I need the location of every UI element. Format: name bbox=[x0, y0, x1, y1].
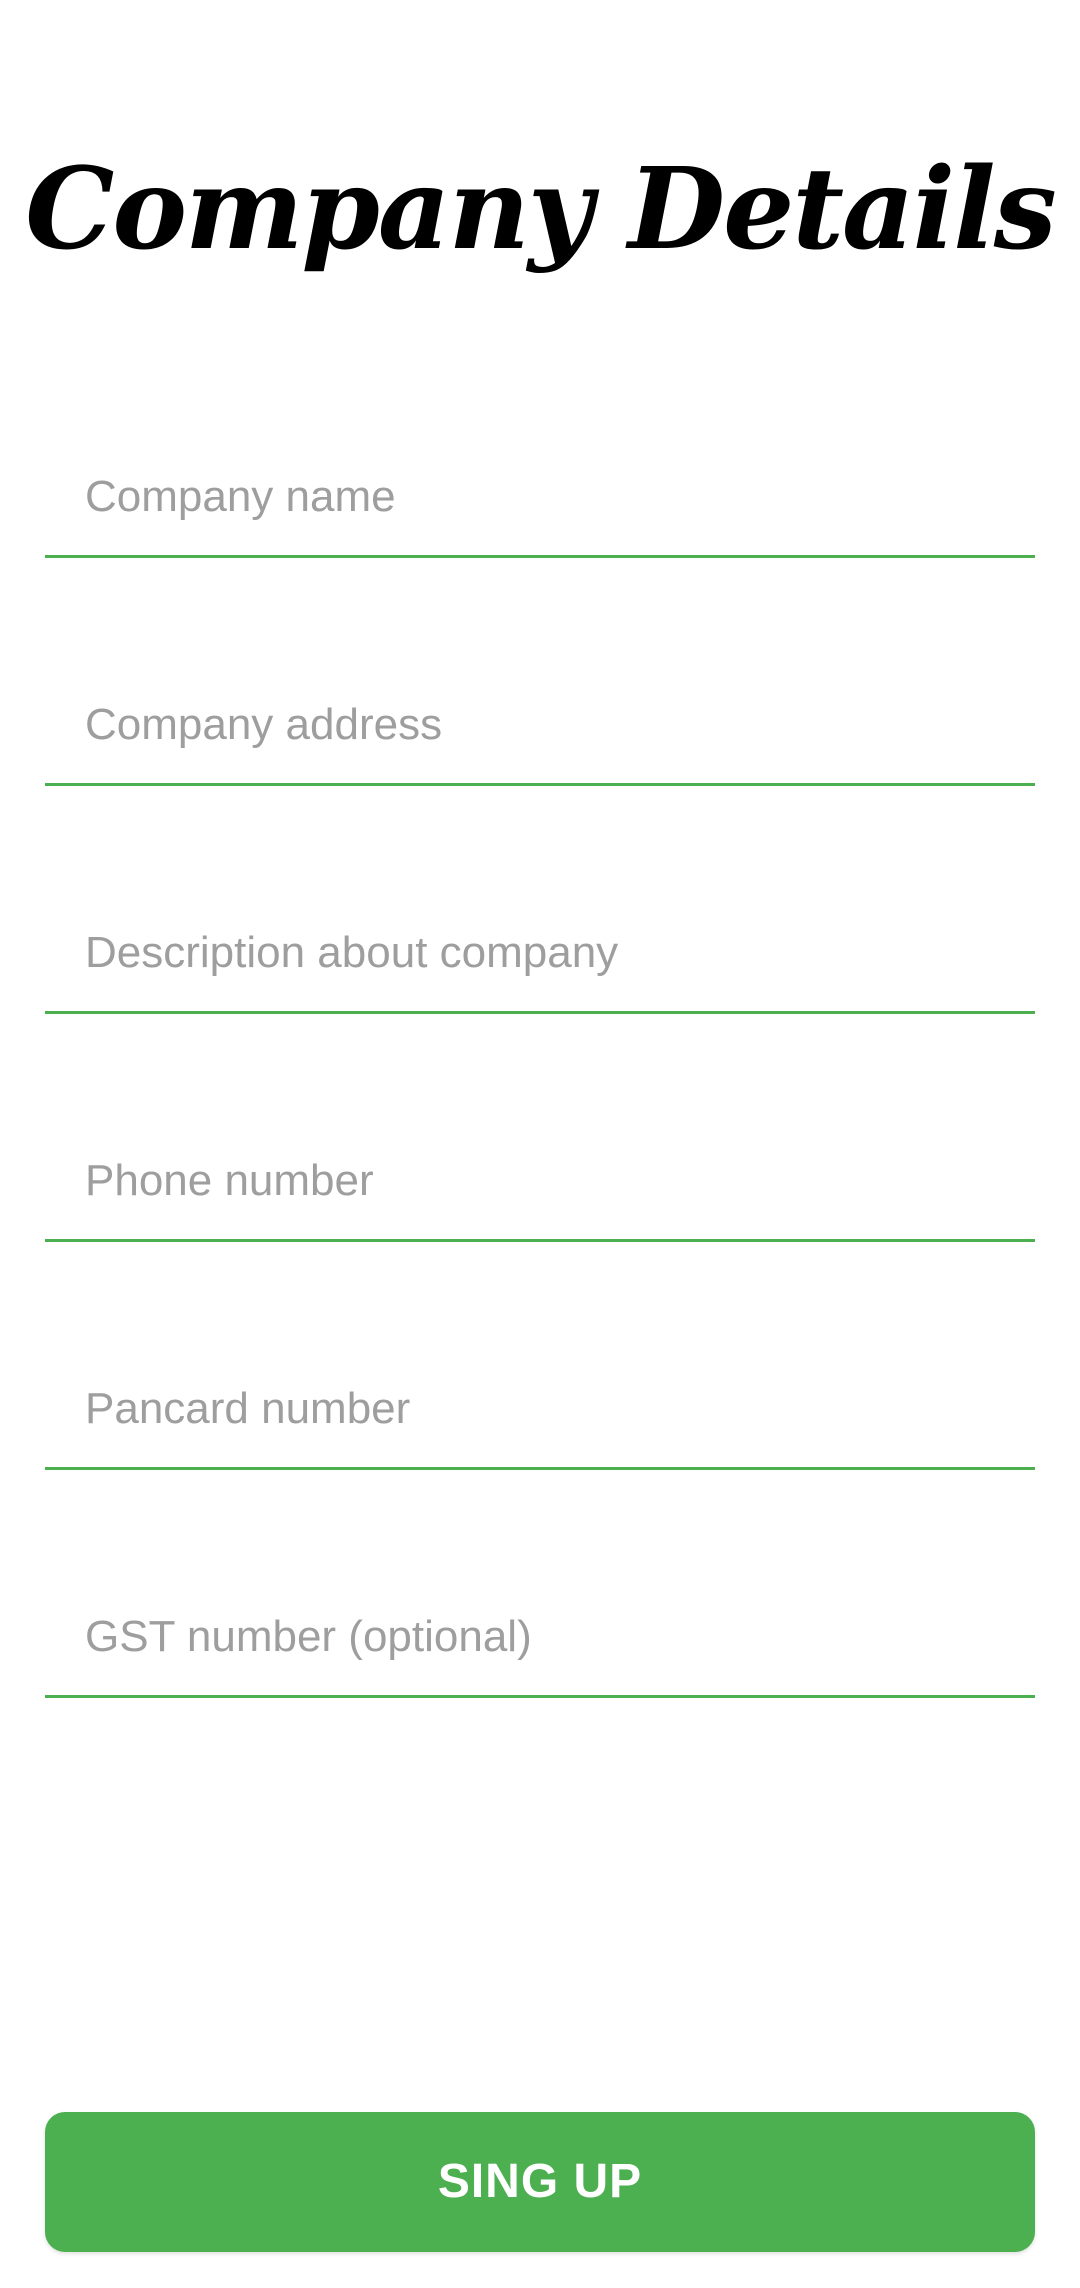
gst-number-field bbox=[45, 1578, 1035, 1698]
company-address-input[interactable] bbox=[45, 666, 1035, 783]
company-description-input[interactable] bbox=[45, 894, 1035, 1011]
company-description-field bbox=[45, 894, 1035, 1014]
gst-number-input[interactable] bbox=[45, 1578, 1035, 1695]
company-name-field bbox=[45, 438, 1035, 558]
pancard-number-input[interactable] bbox=[45, 1350, 1035, 1467]
company-address-field bbox=[45, 666, 1035, 786]
pancard-number-field bbox=[45, 1350, 1035, 1470]
company-name-input[interactable] bbox=[45, 438, 1035, 555]
page-title: Company Details bbox=[25, 144, 1057, 275]
phone-number-input[interactable] bbox=[45, 1122, 1035, 1239]
phone-number-field bbox=[45, 1122, 1035, 1242]
sign-up-button[interactable]: SING UP bbox=[45, 2112, 1035, 2252]
